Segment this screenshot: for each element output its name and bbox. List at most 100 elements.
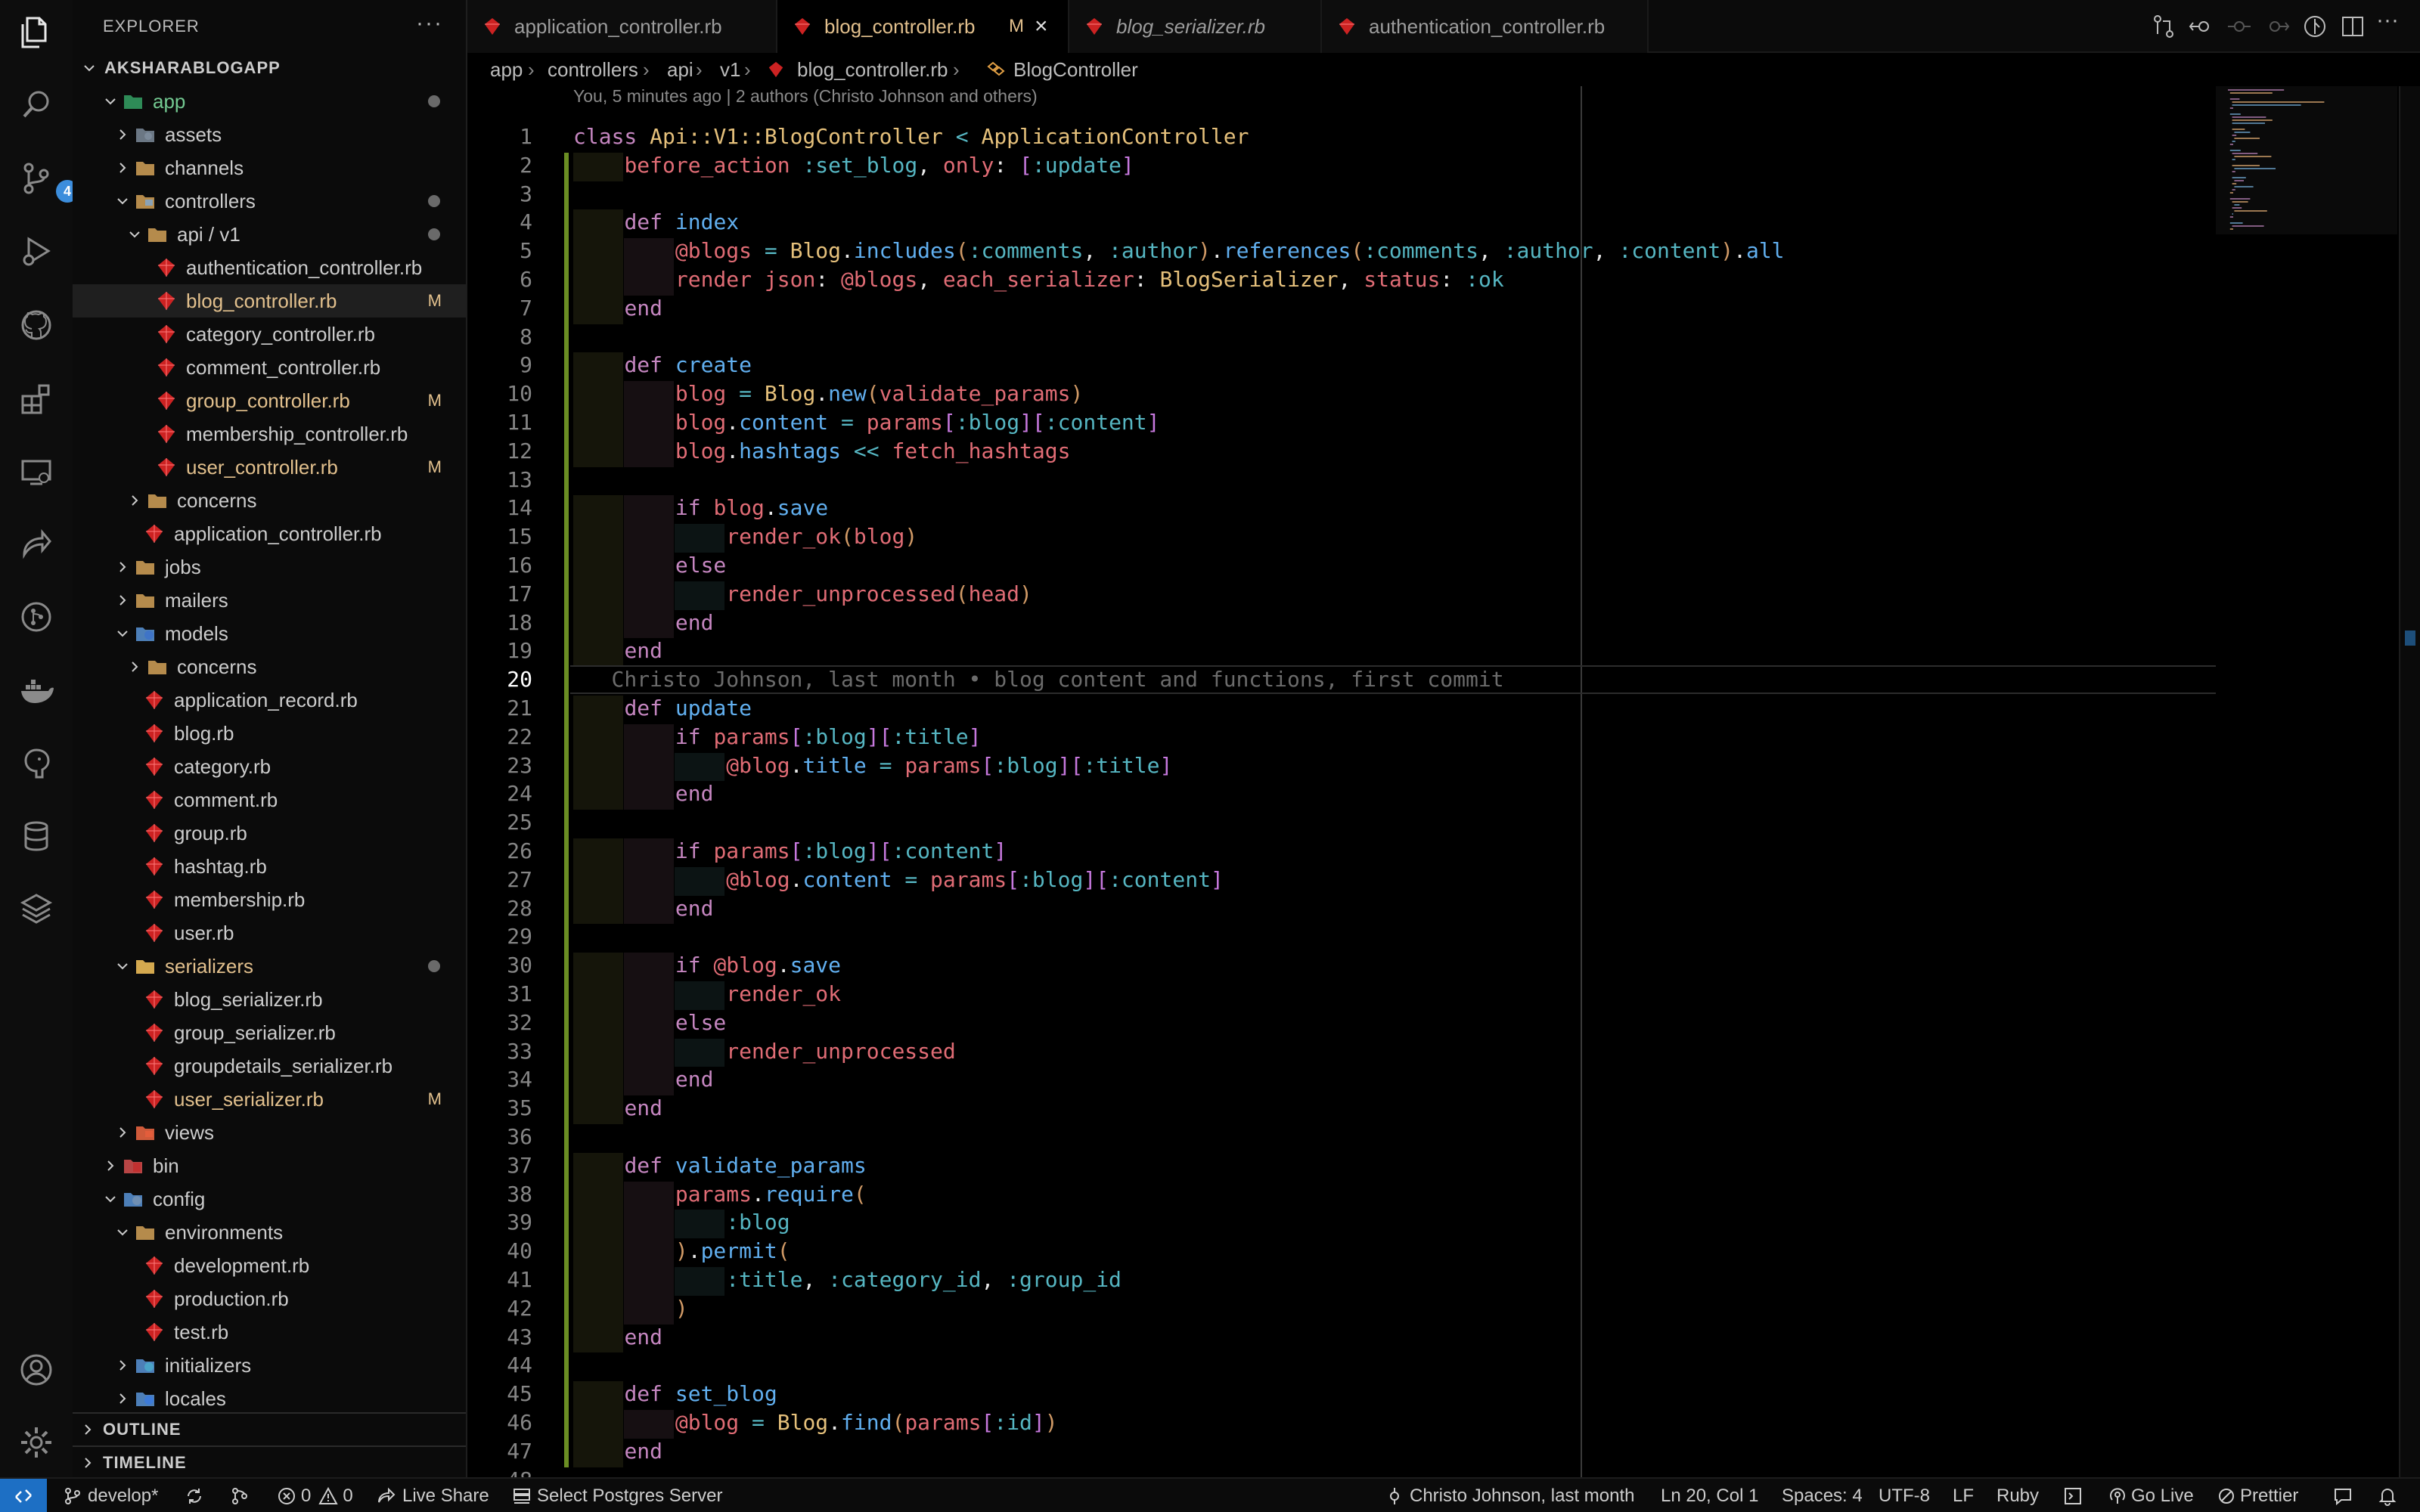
go-back-icon[interactable] [2189, 14, 2214, 39]
layers-icon[interactable] [18, 891, 54, 927]
tab-authentication-controller[interactable]: authentication_controller.rb [1322, 0, 1649, 53]
codelens-blame[interactable]: You, 5 minutes ago | 2 authors (Christo … [573, 86, 1038, 107]
tree-folder[interactable]: mailers [73, 584, 466, 617]
git-graph-status-icon[interactable] [230, 1479, 250, 1512]
tree-file[interactable]: hashtag.rb [73, 850, 466, 883]
timeline-section[interactable]: TIMELINE [73, 1445, 466, 1479]
breadcrumb-v1[interactable]: v1 [720, 58, 740, 82]
split-editor-icon[interactable] [2340, 14, 2366, 39]
problems-item[interactable]: 0 0 [277, 1479, 353, 1512]
tree-folder[interactable]: initializers [73, 1349, 466, 1382]
tree-folder[interactable]: bin [73, 1149, 466, 1182]
tree-file[interactable]: test.rb [73, 1315, 466, 1349]
more-icon[interactable]: ··· [2376, 8, 2402, 33]
live-share-icon[interactable] [18, 526, 54, 562]
tree-file[interactable]: blog_controller.rb M [73, 284, 466, 318]
database-icon[interactable] [18, 818, 54, 854]
tree-folder[interactable]: channels [73, 151, 466, 184]
source-control-icon[interactable]: 4 [18, 160, 79, 203]
remote-indicator[interactable] [0, 1479, 47, 1512]
tree-file[interactable]: group_controller.rb M [73, 384, 466, 417]
tree-folder[interactable]: config [73, 1182, 466, 1216]
open-changes-icon[interactable] [2151, 14, 2176, 39]
more-actions-icon[interactable]: ··· [416, 11, 443, 36]
indentation-item[interactable]: Spaces: 4 [1782, 1479, 1863, 1512]
gear-icon[interactable] [18, 1424, 54, 1461]
explorer-icon[interactable] [18, 14, 54, 50]
tree-file[interactable]: comment.rb [73, 783, 466, 816]
github-icon[interactable] [18, 307, 54, 343]
tree-file[interactable]: user_controller.rb M [73, 451, 466, 484]
remote-explorer-icon[interactable] [18, 454, 54, 490]
postgres-icon[interactable] [18, 745, 54, 782]
sync-icon[interactable] [185, 1479, 204, 1512]
tree-folder[interactable]: api / v1 [73, 218, 466, 251]
postgres-server-item[interactable]: Select Postgres Server [513, 1479, 722, 1512]
tree-file[interactable]: application_controller.rb [73, 517, 466, 550]
tree-folder[interactable]: environments [73, 1216, 466, 1249]
tree-file[interactable]: membership_controller.rb [73, 417, 466, 451]
tree-file[interactable]: category.rb [73, 750, 466, 783]
breadcrumb-api[interactable]: api [667, 58, 693, 82]
tree-folder[interactable]: jobs [73, 550, 466, 584]
tree-file[interactable]: development.rb [73, 1249, 466, 1282]
tree-folder[interactable]: views [73, 1116, 466, 1149]
live-share-item[interactable]: Live Share [377, 1479, 489, 1512]
account-icon[interactable] [18, 1352, 54, 1388]
git-blame-item[interactable]: Christo Johnson, last month [1385, 1479, 1634, 1512]
tree-folder[interactable]: models [73, 617, 466, 650]
code-editor[interactable]: You, 5 minutes ago | 2 authors (Christo … [469, 86, 2216, 1477]
close-icon[interactable]: × [1035, 14, 1048, 39]
vertical-scrollbar[interactable] [2399, 86, 2420, 1477]
tab-blog-serializer[interactable]: blog_serializer.rb [1069, 0, 1322, 53]
outline-section[interactable]: OUTLINE [73, 1412, 466, 1445]
tree-folder[interactable]: serializers [73, 950, 466, 983]
go-live-item[interactable]: Go Live [2108, 1479, 2194, 1512]
tree-folder[interactable]: app [73, 85, 466, 118]
branch-item[interactable]: develop* [64, 1479, 158, 1512]
terminal-icon[interactable] [2063, 1479, 2083, 1512]
tree-folder[interactable]: assets [73, 118, 466, 151]
tree-folder[interactable]: concerns [73, 484, 466, 517]
encoding-item[interactable]: UTF-8 [1879, 1479, 1930, 1512]
tree-folder[interactable]: controllers [73, 184, 466, 218]
tree-file[interactable]: user.rb [73, 916, 466, 950]
breadcrumb-app[interactable]: app [490, 58, 523, 82]
breadcrumb-controllers[interactable]: controllers [548, 58, 638, 82]
breadcrumb-class[interactable]: BlogController [1013, 58, 1138, 82]
docker-icon[interactable] [18, 673, 54, 709]
minimap[interactable] [2216, 86, 2397, 1477]
run-debug-icon[interactable] [18, 233, 54, 269]
tree-file[interactable]: group.rb [73, 816, 466, 850]
tree-folder[interactable]: concerns [73, 650, 466, 683]
tree-file[interactable]: category_controller.rb [73, 318, 466, 351]
tree-file[interactable]: application_record.rb [73, 683, 466, 717]
search-icon[interactable] [18, 86, 54, 122]
tree-file[interactable]: comment_controller.rb [73, 351, 466, 384]
git-graph-icon[interactable] [18, 599, 54, 635]
notifications-icon[interactable] [2378, 1479, 2397, 1512]
timeline-icon[interactable] [2302, 14, 2328, 39]
eol-item[interactable]: LF [1953, 1479, 1974, 1512]
tree-file[interactable]: blog.rb [73, 717, 466, 750]
feedback-icon[interactable] [2332, 1479, 2353, 1512]
tree-file[interactable]: groupdetails_serializer.rb [73, 1049, 466, 1083]
next-change-icon[interactable] [2264, 14, 2290, 39]
tree-file[interactable]: membership.rb [73, 883, 466, 916]
breadcrumb-file[interactable]: blog_controller.rb [797, 58, 948, 82]
cursor-position[interactable]: Ln 20, Col 1 [1661, 1479, 1758, 1512]
tree-file[interactable]: user_serializer.rb M [73, 1083, 466, 1116]
tree-file[interactable]: group_serializer.rb [73, 1016, 466, 1049]
tree-file[interactable]: blog_serializer.rb [73, 983, 466, 1016]
tab-application-controller[interactable]: application_controller.rb [467, 0, 777, 53]
tree-root[interactable]: AKSHARABLOGAPP [73, 51, 466, 85]
tree-file[interactable]: production.rb [73, 1282, 466, 1315]
previous-change-icon[interactable] [2226, 14, 2252, 39]
minimap-viewport[interactable] [2216, 86, 2397, 234]
extensions-icon[interactable] [18, 381, 54, 417]
language-mode[interactable]: Ruby [1996, 1479, 2039, 1512]
tree-file[interactable]: authentication_controller.rb [73, 251, 466, 284]
prettier-item[interactable]: Prettier [2217, 1479, 2298, 1512]
tree-folder[interactable]: locales [73, 1382, 466, 1415]
tab-blog-controller[interactable]: blog_controller.rb M × [777, 0, 1069, 53]
